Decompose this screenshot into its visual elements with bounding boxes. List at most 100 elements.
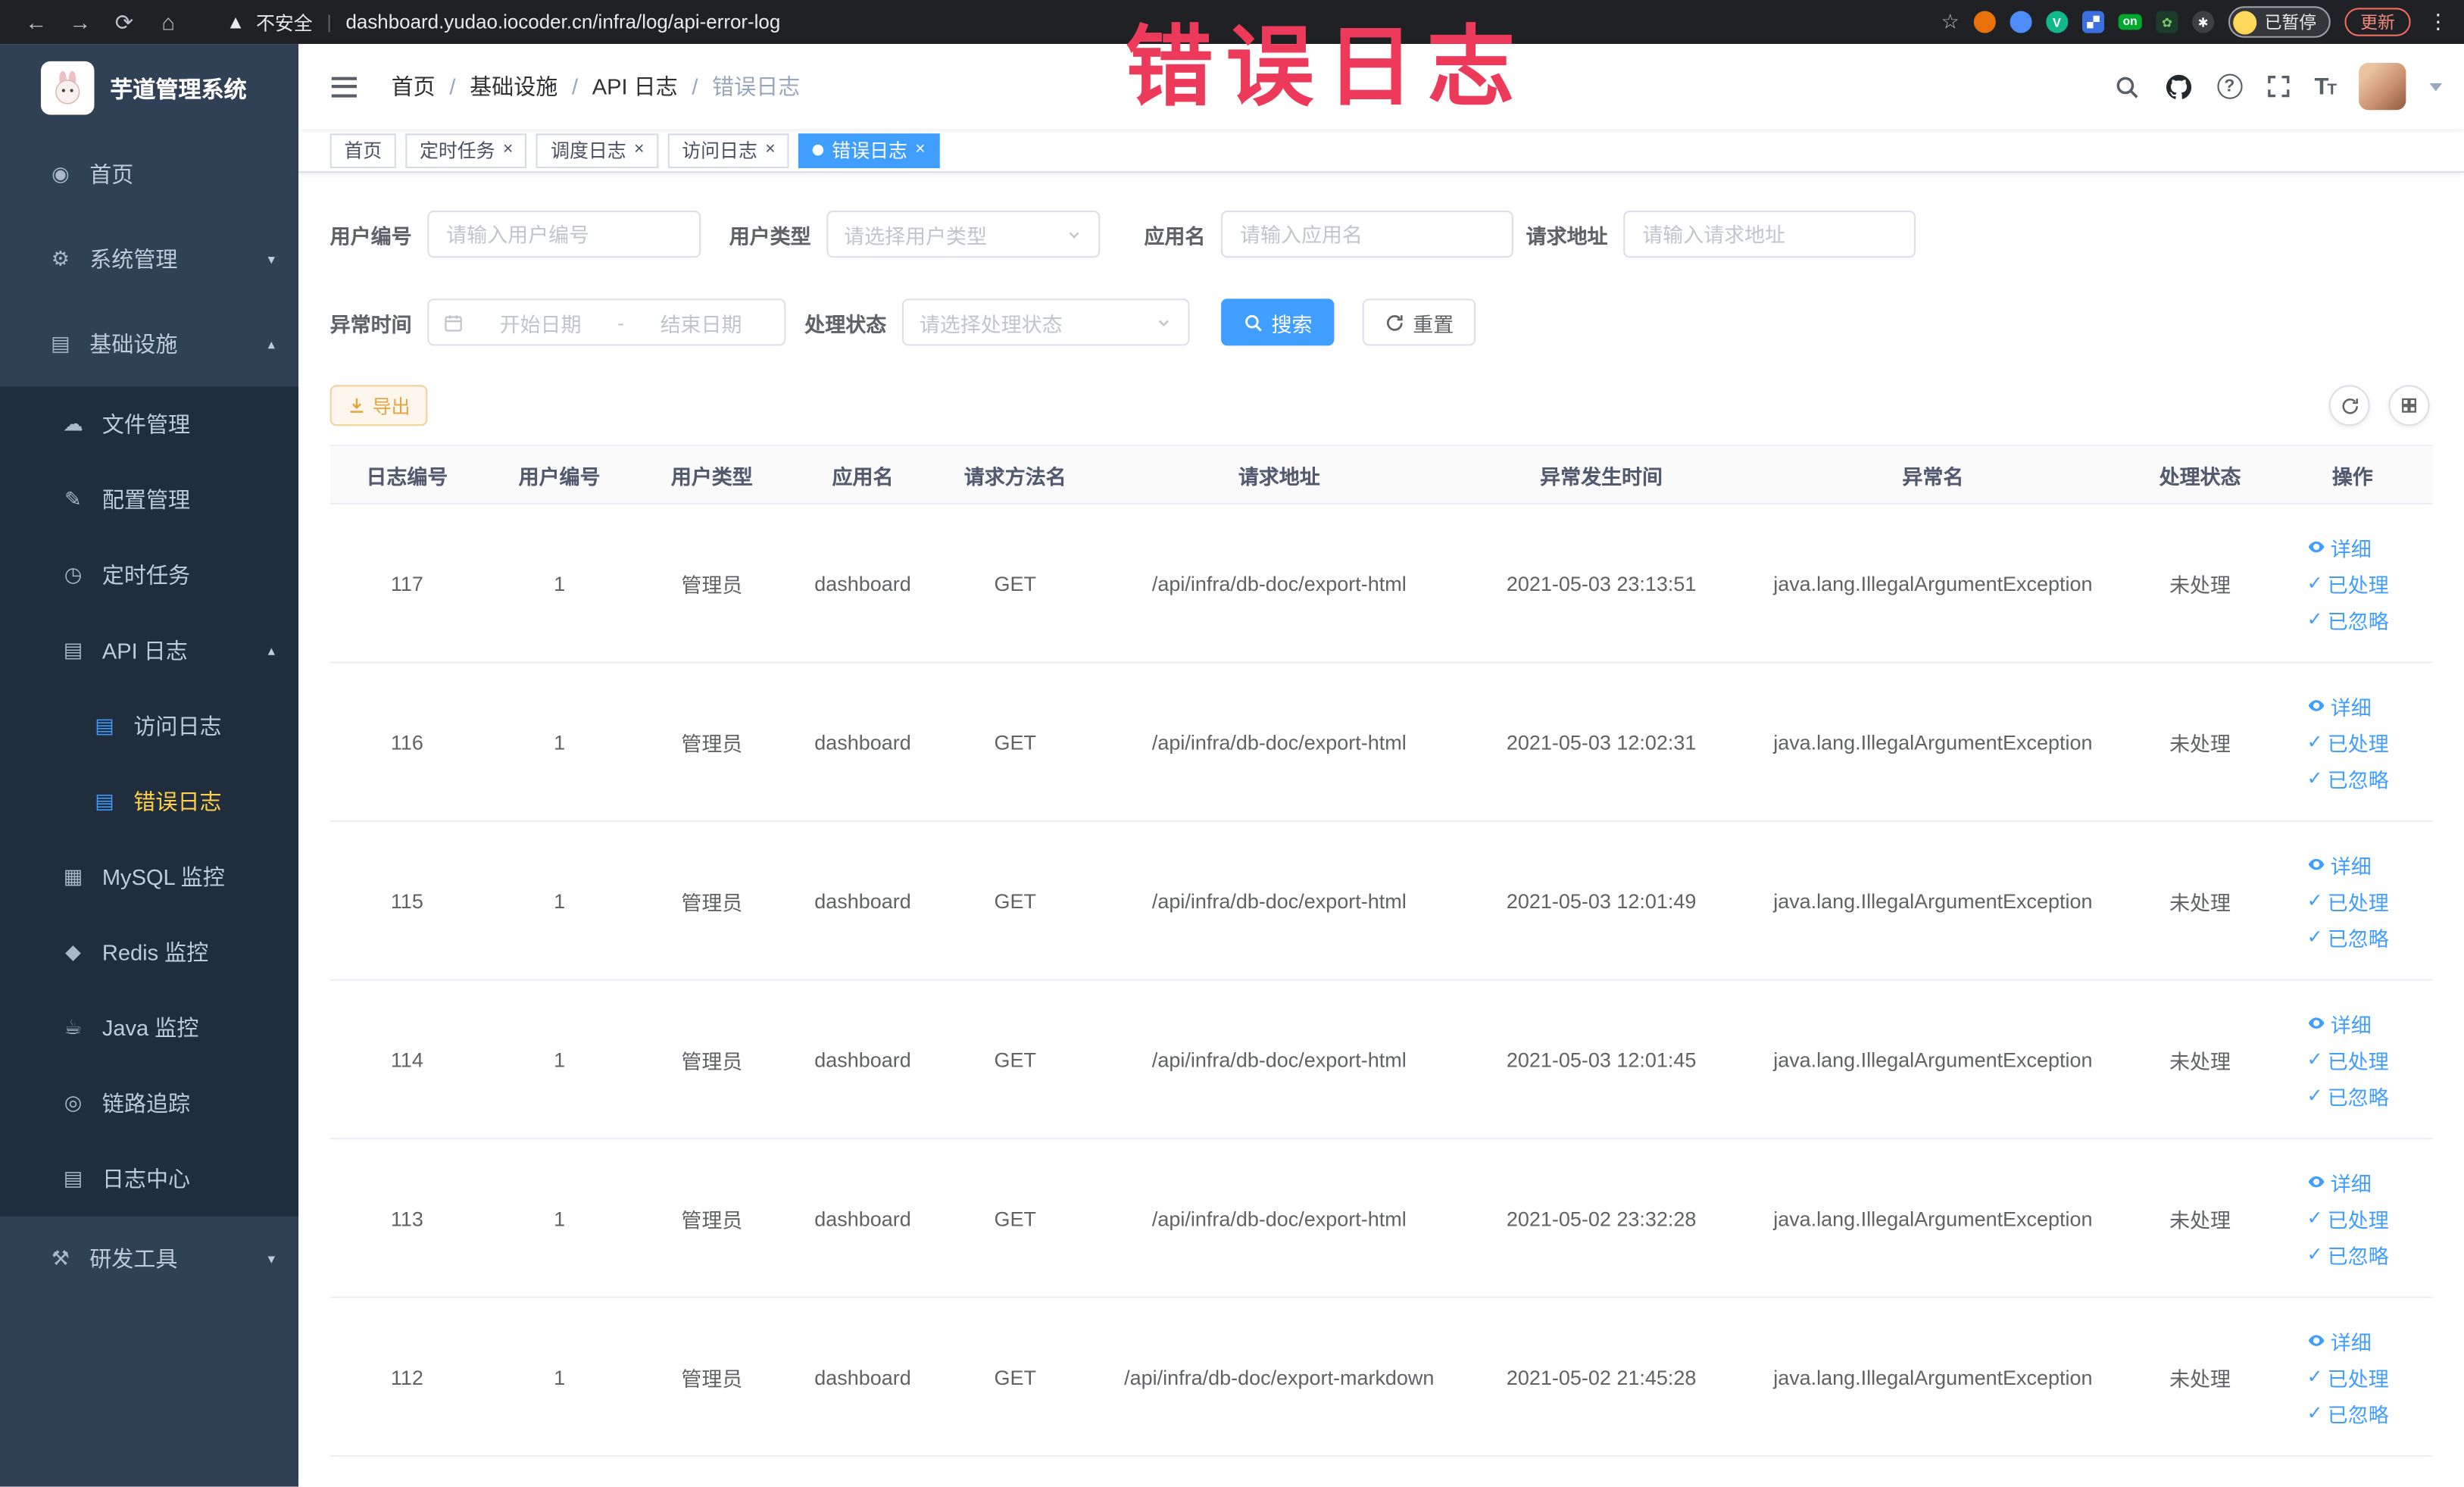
app-name-input[interactable] <box>1221 211 1514 258</box>
breadcrumb-item-home[interactable]: 首页 <box>392 70 436 102</box>
cell-actions: 详细 ✓ 已处理 ✓ 已忽略 <box>2272 1326 2433 1428</box>
mark-processed-link[interactable]: ✓ 已处理 <box>2307 1045 2398 1074</box>
user-avatar[interactable] <box>2359 62 2406 111</box>
cell-app-name: dashboard <box>814 729 911 754</box>
detail-link[interactable]: 详细 <box>2307 532 2398 561</box>
extension-on-badge[interactable]: on <box>2118 14 2142 30</box>
cell-user-type: 管理员 <box>681 731 743 755</box>
extension-icon-3[interactable]: V <box>2045 11 2068 33</box>
hamburger-icon[interactable] <box>322 70 366 103</box>
export-button[interactable]: 导出 <box>329 385 428 426</box>
sidebar-item-api-log[interactable]: ▤ API 日志 ▴ <box>0 613 298 689</box>
check-icon: ✓ <box>2306 767 2323 789</box>
caret-down-icon[interactable] <box>2429 82 2443 91</box>
mark-processed-link[interactable]: ✓ 已处理 <box>2307 568 2398 598</box>
sidebar-item-home[interactable]: ◉ 首页 <box>0 132 298 217</box>
refresh-button[interactable] <box>2328 385 2370 426</box>
request-url-input[interactable] <box>1623 211 1916 258</box>
sidebar-item-config-management[interactable]: ✎ 配置管理 <box>0 462 298 538</box>
home-icon[interactable]: ⌂ <box>148 9 189 34</box>
sidebar-item-trace[interactable]: ◎ 链路追踪 <box>0 1066 298 1142</box>
mark-processed-link[interactable]: ✓ 已处理 <box>2307 886 2398 915</box>
sidebar-item-system[interactable]: ⚙ 系统管理 ▾ <box>0 217 298 301</box>
column-settings-button[interactable] <box>2388 385 2430 426</box>
detail-link[interactable]: 详细 <box>2307 691 2398 720</box>
detail-link[interactable]: 详细 <box>2307 1167 2398 1196</box>
sidebar-item-infrastructure[interactable]: ▤ 基础设施 ▴ <box>0 301 298 386</box>
sidebar-item-label: 错误日志 <box>133 789 222 814</box>
sidebar-item-scheduled-jobs[interactable]: ◷ 定时任务 <box>0 538 298 614</box>
tab-access-log[interactable]: 访问日志 × <box>667 133 790 167</box>
breadcrumb-item-infrastructure[interactable]: 基础设施 <box>470 70 557 102</box>
bookmark-star-icon[interactable]: ☆ <box>1941 9 1960 34</box>
mark-processed-link[interactable]: ✓ 已处理 <box>2307 1362 2398 1392</box>
sidebar-item-java-monitor[interactable]: ☕ Java 监控 <box>0 990 298 1066</box>
mark-ignored-link[interactable]: ✓ 已忽略 <box>2307 763 2398 792</box>
chrome-toolbar-right: ☆ V on ✿ ✱ 已暂停 更新 ⋮ <box>1941 6 2448 38</box>
github-icon[interactable] <box>2163 71 2193 101</box>
reload-icon[interactable]: ⟳ <box>104 8 145 35</box>
user-id-input[interactable] <box>427 211 701 258</box>
extension-icon-2[interactable] <box>2010 11 2032 33</box>
status-badge: 未处理 <box>2169 1048 2231 1073</box>
search-button[interactable]: 搜索 <box>1221 298 1335 346</box>
sidebar-item-mysql-monitor[interactable]: ▦ MySQL 监控 <box>0 839 298 915</box>
close-icon[interactable]: × <box>915 141 925 159</box>
cell-actions: 详细 ✓ 已处理 ✓ 已忽略 <box>2272 532 2433 634</box>
address-bar[interactable]: ▲ 不安全 | dashboard.yudao.iocoder.cn/infra… <box>226 8 781 35</box>
user-type-select[interactable]: 请选择用户类型 <box>826 211 1101 258</box>
close-icon[interactable]: × <box>634 141 644 159</box>
search-icon[interactable] <box>2113 73 2140 99</box>
sidebar-item-access-log[interactable]: ▤ 访问日志 <box>0 689 298 764</box>
app-logo[interactable]: 芋道管理系统 <box>0 44 298 132</box>
tab-label: 定时任务 <box>419 139 495 162</box>
close-icon[interactable]: × <box>765 141 775 159</box>
reset-button[interactable]: 重置 <box>1362 298 1476 346</box>
sidebar-item-error-log[interactable]: ▤ 错误日志 <box>0 764 298 839</box>
sidebar-item-redis-monitor[interactable]: ◆ Redis 监控 <box>0 914 298 990</box>
font-size-icon[interactable]: TT <box>2314 73 2337 99</box>
sidebar-item-log-center[interactable]: ▤ 日志中心 <box>0 1141 298 1217</box>
fullscreen-icon[interactable] <box>2266 74 2291 99</box>
mark-ignored-link[interactable]: ✓ 已忽略 <box>2307 922 2398 951</box>
detail-link[interactable]: 详细 <box>2307 1326 2398 1355</box>
breadcrumb-item-api-log[interactable]: API 日志 <box>592 70 678 102</box>
detail-link[interactable]: 详细 <box>2307 1008 2398 1038</box>
extension-icon-4[interactable] <box>2081 11 2104 33</box>
mark-processed-link[interactable]: ✓ 已处理 <box>2307 1203 2398 1232</box>
extension-icon-5[interactable]: ✿ <box>2156 11 2178 33</box>
mark-ignored-link[interactable]: ✓ 已忽略 <box>2307 1080 2398 1110</box>
process-status-select[interactable]: 请选择处理状态 <box>901 298 1190 346</box>
mark-processed-link[interactable]: ✓ 已处理 <box>2307 727 2398 757</box>
refresh-icon <box>1387 314 1403 330</box>
cell-exception-name: java.lang.IllegalArgumentException <box>1773 571 2093 595</box>
sidebar-item-devtools[interactable]: ⚒ 研发工具 ▾ <box>0 1217 298 1301</box>
cell-log-id: 114 <box>390 1047 423 1071</box>
tab-scheduled-jobs[interactable]: 定时任务 × <box>405 133 527 167</box>
page-content: 用户编号 用户类型 请选择用户类型 应用名 请求地址 异常时间 <box>298 173 2464 1487</box>
help-icon[interactable]: ? <box>2216 73 2243 99</box>
back-icon[interactable]: ← <box>16 9 57 34</box>
update-button[interactable]: 更新 <box>2344 8 2411 36</box>
mark-ignored-link[interactable]: ✓ 已忽略 <box>2307 604 2398 634</box>
mark-ignored-link[interactable]: ✓ 已忽略 <box>2307 1239 2398 1269</box>
menu-kebab-icon[interactable]: ⋮ <box>2428 9 2448 34</box>
tab-home[interactable]: 首页 <box>329 133 396 167</box>
detail-link[interactable]: 详细 <box>2307 849 2398 879</box>
tab-error-log[interactable]: 错误日志 × <box>798 133 940 167</box>
check-icon: ✓ <box>2306 608 2323 630</box>
check-icon: ✓ <box>2306 1365 2323 1388</box>
tab-job-log[interactable]: 调度日志 × <box>536 133 659 167</box>
infrastructure-submenu: ☁ 文件管理 ✎ 配置管理 ◷ 定时任务 ▤ API 日志 ▴ ▤ 访问日志 ▤… <box>0 386 299 1217</box>
exception-time-range-picker[interactable]: 开始日期 - 结束日期 <box>427 298 786 346</box>
cell-user-type: 管理员 <box>681 890 743 914</box>
extension-icon-1[interactable] <box>1973 11 1996 33</box>
chevron-down-icon <box>1069 231 1079 238</box>
close-icon[interactable]: × <box>503 141 513 159</box>
chevron-down-icon <box>1158 319 1169 326</box>
browser-profile-chip[interactable]: 已暂停 <box>2228 6 2331 38</box>
forward-icon[interactable]: → <box>60 9 101 34</box>
extension-icon-6[interactable]: ✱ <box>2192 11 2215 33</box>
mark-ignored-link[interactable]: ✓ 已忽略 <box>2307 1398 2398 1427</box>
sidebar-item-file-management[interactable]: ☁ 文件管理 <box>0 386 298 462</box>
